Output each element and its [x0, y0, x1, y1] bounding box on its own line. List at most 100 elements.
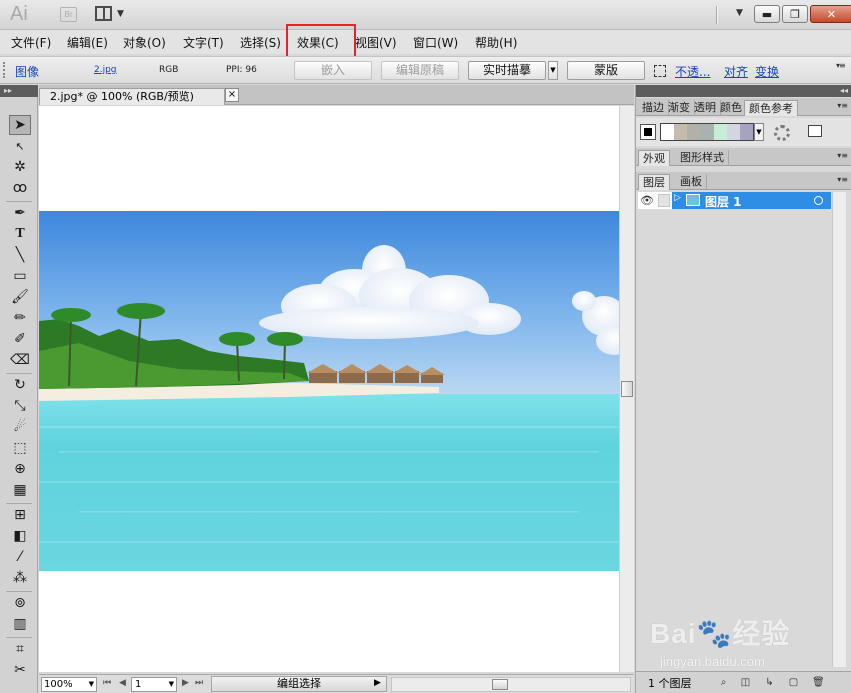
lasso-tool-icon[interactable]: ꝏ	[9, 178, 31, 198]
paintbrush-tool-icon[interactable]: 🖌	[9, 287, 31, 307]
trace-options-dropdown[interactable]: ▼	[548, 61, 558, 80]
pencil-tool-icon[interactable]: ✏	[9, 308, 31, 328]
minimize-button[interactable]: ▬	[754, 5, 780, 23]
scale-tool-icon[interactable]: ⤡	[9, 396, 31, 416]
tab-appearance[interactable]: 外观	[638, 150, 670, 166]
first-artboard-icon[interactable]: ⏮	[103, 678, 111, 688]
next-artboard-icon[interactable]: ▶	[182, 678, 189, 688]
linked-file-link[interactable]: 2.jpg	[94, 65, 117, 75]
swatch[interactable]	[726, 124, 740, 140]
symbol-sprayer-tool-icon[interactable]: ⊚	[9, 593, 31, 613]
workspace-dropdown[interactable]: ▼	[736, 8, 743, 18]
layer-row[interactable]: 👁 ▷ 图层 1	[638, 192, 831, 209]
status-readout[interactable]: 编组选择	[211, 676, 387, 692]
bridge-button[interactable]: Br	[60, 7, 77, 22]
selection-tool-icon[interactable]: ➤	[9, 115, 31, 135]
column-graph-tool-icon[interactable]: ▥	[9, 614, 31, 634]
blob-brush-tool-icon[interactable]: ✐	[9, 329, 31, 349]
direct-selection-tool-icon[interactable]: ↖	[9, 136, 31, 156]
menu-window[interactable]: 窗口(W)	[413, 34, 458, 51]
eye-icon[interactable]: 👁	[639, 193, 655, 208]
menu-object[interactable]: 对象(O)	[123, 34, 166, 51]
panel-menu-icon[interactable]: ▾≡	[837, 101, 848, 110]
collapse-toolbar-icon[interactable]: ▸▸	[0, 85, 38, 97]
slice-tool-icon[interactable]: ✂	[9, 660, 31, 680]
arrange-documents-button[interactable]: ▼	[95, 6, 131, 23]
harmony-swatch-strip[interactable]	[660, 123, 754, 141]
base-color-swatch[interactable]	[640, 124, 656, 140]
previous-artboard-icon[interactable]: ◀	[119, 678, 126, 688]
tab-color-guide[interactable]: 颜色参考	[744, 100, 798, 116]
document-tab[interactable]: 2.jpg* @ 100% (RGB/预览)	[39, 88, 225, 105]
swatch[interactable]	[661, 124, 675, 140]
line-tool-icon[interactable]: ╲	[9, 245, 31, 265]
rotate-tool-icon[interactable]: ↻	[9, 375, 31, 395]
eyedropper-tool-icon[interactable]: ⁄	[9, 547, 31, 567]
edit-colors-icon[interactable]	[774, 125, 790, 141]
perspective-grid-tool-icon[interactable]: ▦	[9, 480, 31, 500]
menu-type[interactable]: 文字(T)	[183, 34, 224, 51]
panel-menu-icon[interactable]: ▾≡	[837, 151, 848, 160]
fit-selection-icon[interactable]	[654, 65, 666, 77]
expand-triangle-icon[interactable]: ▷	[674, 193, 681, 203]
live-trace-button[interactable]: 实时描摹	[468, 61, 546, 80]
close-button[interactable]: ✕	[810, 5, 851, 23]
harmony-rules-dropdown[interactable]: ▼	[754, 123, 764, 141]
panel-menu-icon[interactable]: ▾≡	[836, 61, 846, 70]
menu-select[interactable]: 选择(S)	[240, 34, 281, 51]
align-link[interactable]: 对齐	[724, 63, 748, 80]
save-color-group-icon[interactable]	[808, 125, 822, 137]
magic-wand-tool-icon[interactable]: ✲	[9, 157, 31, 177]
lock-toggle[interactable]	[658, 194, 670, 207]
horizontal-scroll-thumb[interactable]	[492, 679, 508, 690]
close-tab-icon[interactable]: ×	[225, 88, 239, 102]
embed-button[interactable]: 嵌入	[294, 61, 372, 80]
edit-original-button[interactable]: 编辑原稿	[381, 61, 459, 80]
swatch[interactable]	[687, 124, 701, 140]
warp-tool-icon[interactable]: ☄	[9, 417, 31, 437]
zoom-select[interactable]: 100% ▼	[41, 677, 97, 692]
collapse-panels-icon[interactable]: ◂◂	[636, 85, 851, 97]
grip-handle[interactable]	[3, 62, 7, 78]
layers-scrollbar[interactable]	[832, 192, 846, 667]
layer-name[interactable]: 图层 1	[705, 193, 742, 210]
watermark-url: jingyan.baidu.com	[660, 654, 765, 669]
placed-image-beach[interactable]	[39, 211, 619, 571]
tab-color[interactable]: 颜色	[716, 100, 747, 116]
panel-menu-icon[interactable]: ▾≡	[837, 175, 848, 184]
tab-layers[interactable]: 图层	[638, 174, 670, 190]
menu-help[interactable]: 帮助(H)	[475, 34, 517, 51]
menu-file[interactable]: 文件(F)	[11, 34, 51, 51]
type-tool-icon[interactable]: T	[9, 224, 31, 244]
shape-builder-tool-icon[interactable]: ⊕	[9, 459, 31, 479]
horizontal-scrollbar[interactable]	[391, 677, 631, 692]
eraser-tool-icon[interactable]: ⌫	[9, 350, 31, 370]
target-circle-icon[interactable]	[814, 196, 823, 205]
mesh-tool-icon[interactable]: ⊞	[9, 505, 31, 525]
transform-link[interactable]: 变换	[755, 63, 779, 80]
last-artboard-icon[interactable]: ⏭	[195, 678, 203, 688]
free-transform-tool-icon[interactable]: ⬚	[9, 438, 31, 458]
swatch[interactable]	[700, 124, 714, 140]
rectangle-tool-icon[interactable]: ▭	[9, 266, 31, 286]
artboard-tool-icon[interactable]: ⌗	[9, 639, 31, 659]
layer-selected-bar[interactable]: ▷ 图层 1	[672, 192, 831, 209]
mask-button[interactable]: 蒙版	[567, 61, 645, 80]
menu-edit[interactable]: 编辑(E)	[67, 34, 108, 51]
swatch[interactable]	[739, 124, 753, 140]
maximize-button[interactable]: ❐	[782, 5, 808, 23]
swatch[interactable]	[713, 124, 727, 140]
tab-artboards[interactable]: 画板	[676, 174, 707, 190]
gradient-tool-icon[interactable]: ◧	[9, 526, 31, 546]
artboard-number-select[interactable]: 1 ▼	[131, 677, 177, 692]
blend-tool-icon[interactable]: ⁂	[9, 568, 31, 588]
swatch[interactable]	[674, 124, 688, 140]
opacity-link[interactable]: 不透...	[675, 63, 710, 80]
status-menu-arrow-icon[interactable]: ▶	[374, 678, 381, 688]
tab-graphic-styles[interactable]: 图形样式	[676, 150, 729, 166]
pen-tool-icon[interactable]: ✒	[9, 203, 31, 223]
artboard-canvas[interactable]	[39, 106, 619, 672]
menu-view[interactable]: 视图(V)	[355, 34, 397, 51]
vertical-scrollbar[interactable]	[619, 106, 634, 672]
vertical-scroll-thumb[interactable]	[621, 381, 633, 397]
